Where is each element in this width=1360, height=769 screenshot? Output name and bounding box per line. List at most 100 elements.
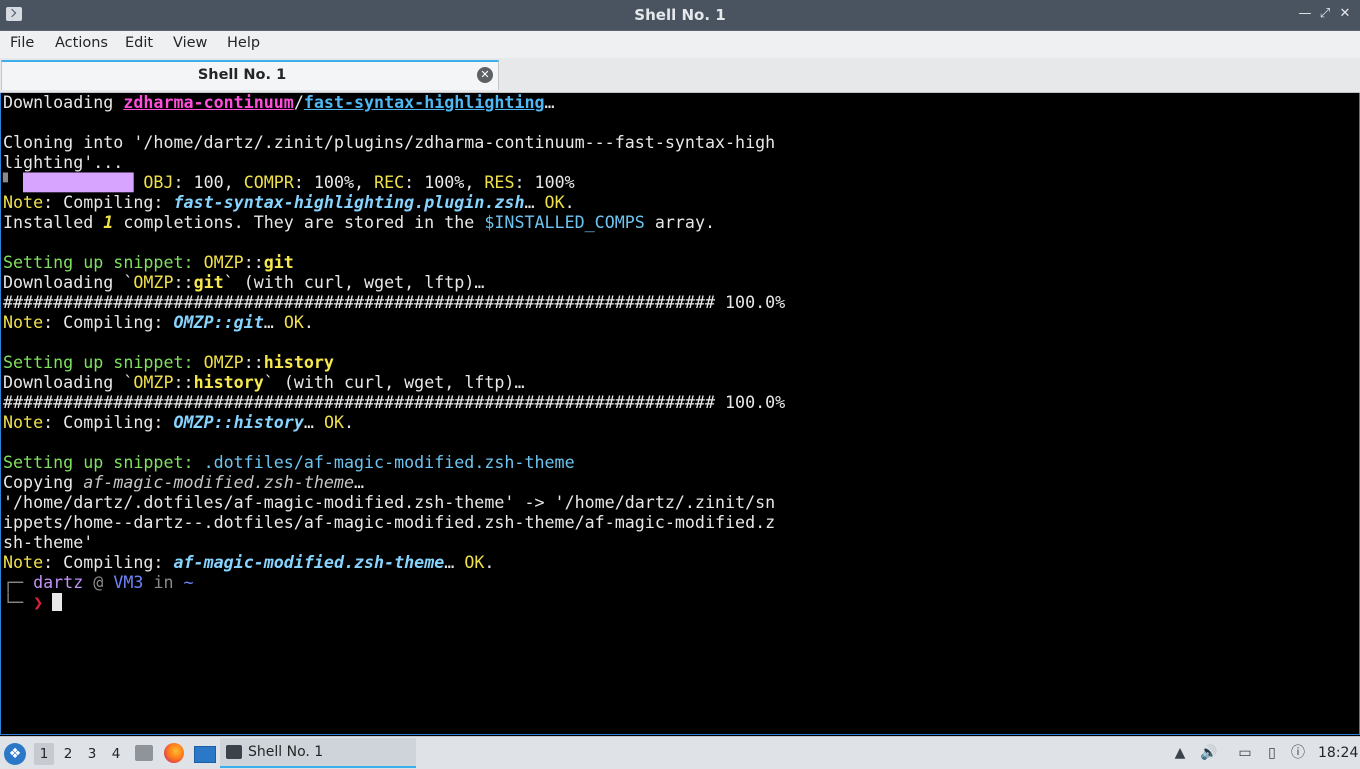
terminal-icon xyxy=(226,745,242,759)
close-circle-icon[interactable]: ✕ xyxy=(477,67,493,83)
terminal-text: git xyxy=(193,273,224,292)
terminal-line: Installed 1 completions. They are stored… xyxy=(3,213,715,233)
menubar: File Actions Edit View Help xyxy=(0,31,1360,59)
terminal-text: : Compiling: xyxy=(43,313,174,332)
terminal-text: … xyxy=(303,413,324,432)
terminal-line: ┌─ dartz @ VM3 in ~ xyxy=(3,573,194,593)
terminal-text: :: xyxy=(243,253,264,272)
terminal-text: Setting up snippet: xyxy=(3,353,204,372)
terminal-line: Copying af-magic-modified.zsh-theme… xyxy=(3,473,364,493)
tab-label: Shell No. 1 xyxy=(197,67,287,83)
terminal-text: OMZP::history xyxy=(173,413,304,432)
terminal-text: OK xyxy=(323,413,344,432)
task-label: Shell No. 1 xyxy=(248,744,324,760)
menu-actions[interactable]: Actions xyxy=(55,35,108,51)
terminal-text: ❯ xyxy=(33,593,44,612)
terminal-text: OMZP::git xyxy=(173,313,264,332)
terminal-line: Downloading `OMZP::history` (with curl, … xyxy=(3,373,525,393)
firefox-icon[interactable] xyxy=(164,743,184,763)
tray-expand-icon[interactable]: ▲ xyxy=(1172,745,1188,761)
terminal-text: . xyxy=(344,413,355,432)
start-menu-icon[interactable]: ❖ xyxy=(4,743,26,765)
minimize-icon[interactable]: — xyxy=(1296,5,1314,23)
terminal-text: Setting up snippet: xyxy=(3,453,204,472)
workspace-2[interactable]: 2 xyxy=(58,743,78,765)
volume-icon[interactable]: 🔊 xyxy=(1200,745,1217,761)
terminal-text: OK xyxy=(464,553,485,572)
terminal-text: Note xyxy=(3,313,44,332)
terminal-output[interactable]: Downloading zdharma-continuum/fast-synta… xyxy=(0,93,1360,735)
terminal-text: OMZP xyxy=(133,273,174,292)
terminal-text: ippets/home--dartz--.dotfiles/af-magic-m… xyxy=(3,513,776,532)
terminal-text: OBJ xyxy=(143,173,174,192)
terminal-line: ########################################… xyxy=(3,293,785,313)
menu-file[interactable]: File xyxy=(10,35,34,51)
terminal-text: .dotfiles/af-magic-modified.zsh-theme xyxy=(203,453,575,472)
terminal-text: : 100%, xyxy=(293,173,375,192)
terminal-line: Note: Compiling: OMZP::history… OK. xyxy=(3,413,354,433)
window-title: Shell No. 1 xyxy=(634,6,726,24)
terminal-text: COMPR xyxy=(243,173,294,192)
file-manager-icon[interactable] xyxy=(135,745,153,761)
terminal-text: ▘ xyxy=(3,173,24,192)
terminal-text: … xyxy=(524,193,545,212)
maximize-icon[interactable]: ⤢ xyxy=(1316,5,1334,23)
menu-help[interactable]: Help xyxy=(227,35,260,51)
terminal-text: . xyxy=(303,313,314,332)
terminal-text: : Compiling: xyxy=(43,413,174,432)
network-icon[interactable]: ▭ xyxy=(1237,745,1253,761)
terminal-line: '/home/dartz/.dotfiles/af-magic-modified… xyxy=(3,493,775,513)
workspace-4[interactable]: 4 xyxy=(106,743,126,765)
show-desktop-icon[interactable] xyxy=(194,746,216,763)
close-icon[interactable]: ✕ xyxy=(1336,5,1354,23)
terminal-text: array. xyxy=(644,213,716,232)
terminal-text: Downloading xyxy=(3,93,124,112)
terminal-text: Downloading ` xyxy=(3,273,134,292)
taskbar: ❖ 1 2 3 4 Shell No. 1 ▲ 🔊 ▭ ▯ ⓘ 18:24 xyxy=(0,736,1360,769)
workspace-1[interactable]: 1 xyxy=(34,743,54,765)
notification-icon[interactable]: ⓘ xyxy=(1290,745,1306,761)
terminal-line: Note: Compiling: fast-syntax-highlightin… xyxy=(3,193,575,213)
terminal-text: sh-theme' xyxy=(3,533,94,552)
window-titlebar[interactable]: Shell No. 1 — ⤢ ✕ xyxy=(0,0,1360,31)
terminal-text: fast-syntax-highlighting.plugin.zsh xyxy=(173,193,525,212)
terminal-text: ` (with curl, wget, lftp)… xyxy=(263,373,525,392)
terminal-line: Setting up snippet: OMZP::history xyxy=(3,353,334,373)
terminal-text: Setting up snippet: xyxy=(3,253,204,272)
terminal-text: / xyxy=(293,93,304,112)
clock[interactable]: 18:24 xyxy=(1318,745,1358,761)
taskbar-task-shell[interactable]: Shell No. 1 xyxy=(220,738,416,768)
terminal-text: ########################################… xyxy=(3,393,786,412)
clipboard-icon[interactable]: ▯ xyxy=(1264,745,1280,761)
menu-edit[interactable]: Edit xyxy=(125,35,153,51)
terminal-text: @ xyxy=(83,573,114,592)
terminal-text: Note xyxy=(3,193,44,212)
workspace-3[interactable]: 3 xyxy=(82,743,102,765)
terminal-text: : 100% xyxy=(514,173,575,192)
terminal-text: :: xyxy=(173,273,194,292)
terminal-text: ███████████ xyxy=(23,173,134,192)
terminal-text: OK xyxy=(283,313,304,332)
terminal-text: RES xyxy=(484,173,515,192)
terminal-line: Note: Compiling: af-magic-modified.zsh-t… xyxy=(3,553,494,573)
terminal-text: Downloading ` xyxy=(3,373,134,392)
terminal-text: : Compiling: xyxy=(43,193,174,212)
terminal-text: git xyxy=(263,253,294,272)
terminal-text: … xyxy=(354,473,365,492)
terminal-text: $INSTALLED_COMPS xyxy=(484,213,645,232)
terminal-text: history xyxy=(193,373,264,392)
tab-bar: Shell No. 1 ✕ xyxy=(0,58,1360,93)
terminal-text: : 100, xyxy=(173,173,244,192)
terminal-text: VM3 xyxy=(113,573,144,592)
terminal-line: Downloading `OMZP::git` (with curl, wget… xyxy=(3,273,484,293)
terminal-line: ippets/home--dartz--.dotfiles/af-magic-m… xyxy=(3,513,775,533)
menu-view[interactable]: View xyxy=(173,35,207,51)
tab-shell-1[interactable]: Shell No. 1 ✕ xyxy=(1,60,499,90)
terminal-text: ┌─ xyxy=(3,573,34,592)
terminal-text: Note xyxy=(3,413,44,432)
terminal-line: sh-theme' xyxy=(3,533,93,553)
terminal-text: Installed xyxy=(3,213,104,232)
terminal-text: … xyxy=(444,553,465,572)
terminal-text: … xyxy=(544,93,555,112)
